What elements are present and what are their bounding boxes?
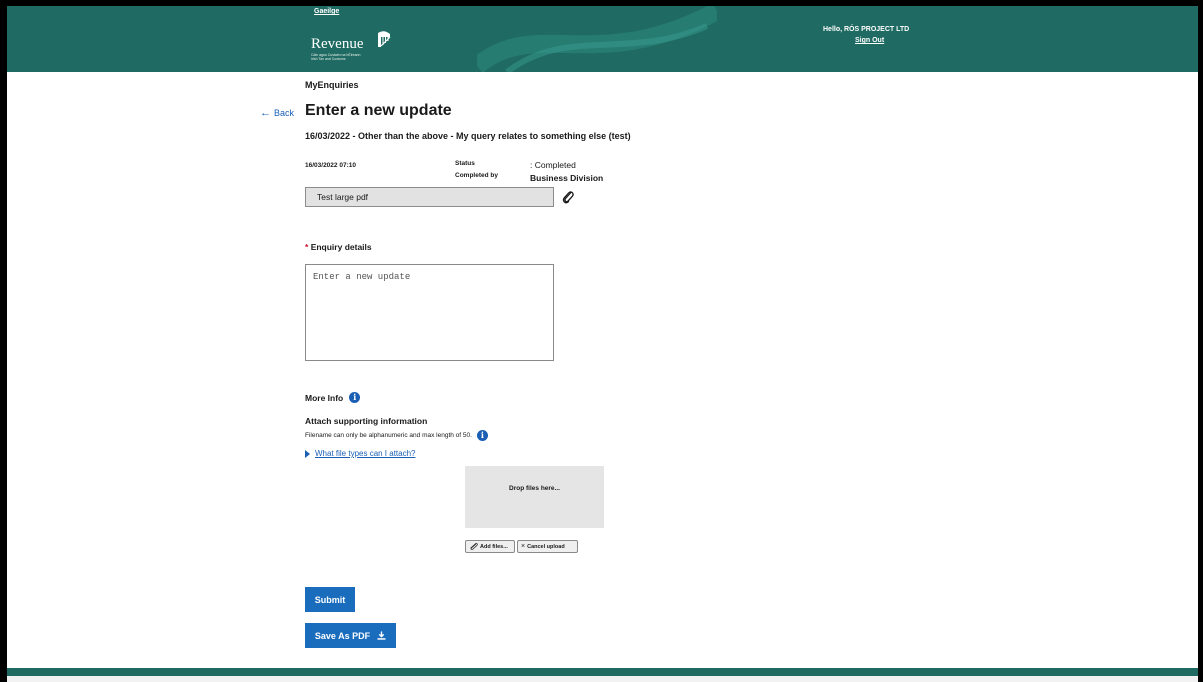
file-types-toggle[interactable]: What file types can I attach? bbox=[305, 449, 416, 458]
close-icon: × bbox=[521, 543, 526, 550]
status-value: : Completed bbox=[530, 160, 576, 170]
site-footer bbox=[7, 676, 1198, 682]
logo-tagline: Cáin agus Custaim na hÉireann Irish Tax … bbox=[311, 53, 381, 61]
more-info-label: More Info bbox=[305, 392, 344, 403]
more-info: More Info i bbox=[305, 392, 361, 403]
arrow-left-icon: ← bbox=[260, 107, 271, 119]
save-as-pdf-button[interactable]: Save As PDF bbox=[305, 623, 396, 648]
save-as-pdf-label: Save As PDF bbox=[314, 630, 371, 641]
site-header: Gaeilge Revenue Cáin agus Custaim na hÉi… bbox=[7, 6, 1198, 72]
attachment-row: Test large pdf bbox=[305, 187, 554, 207]
back-link[interactable]: ← Back bbox=[260, 107, 294, 119]
header-swoosh-decoration bbox=[477, 6, 717, 72]
page-title: Enter a new update bbox=[305, 102, 452, 119]
enquiry-details-text: Enquiry details bbox=[310, 242, 372, 252]
add-files-button[interactable]: Add files... bbox=[465, 540, 515, 553]
required-marker: * bbox=[305, 242, 309, 252]
user-greeting: Hello, RÓS PROJECT LTD bbox=[823, 26, 910, 33]
logo-tagline-english: Irish Tax and Customs bbox=[311, 57, 346, 61]
enquiry-subtitle: 16/03/2022 - Other than the above - My q… bbox=[305, 131, 631, 141]
enquiry-details-textarea[interactable] bbox=[305, 264, 554, 361]
completed-by-label: Completed by bbox=[455, 172, 498, 179]
window-frame-left bbox=[0, 0, 7, 682]
paperclip-icon bbox=[470, 543, 478, 550]
cancel-upload-label: Cancel upload bbox=[527, 543, 565, 550]
enquiry-details-label: * Enquiry details bbox=[305, 242, 372, 252]
file-types-link: What file types can I attach? bbox=[315, 449, 416, 458]
breadcrumb[interactable]: MyEnquiries bbox=[305, 80, 359, 90]
cancel-upload-button[interactable]: × Cancel upload bbox=[517, 540, 578, 553]
status-label: Status bbox=[455, 160, 475, 167]
filename-note-text: Filename can only be alphanumeric and ma… bbox=[305, 432, 472, 439]
harp-icon bbox=[378, 31, 391, 47]
info-icon[interactable]: i bbox=[476, 430, 488, 441]
submit-button[interactable]: Submit bbox=[305, 587, 355, 612]
language-link[interactable]: Gaeilge bbox=[314, 8, 339, 15]
back-label: Back bbox=[274, 108, 295, 118]
caret-right-icon bbox=[305, 449, 310, 458]
filename-note: Filename can only be alphanumeric and ma… bbox=[305, 430, 488, 441]
update-date: 16/03/2022 07:10 bbox=[305, 162, 356, 169]
paperclip-icon[interactable] bbox=[562, 190, 574, 204]
info-icon[interactable]: i bbox=[349, 392, 361, 403]
logo-wordmark: Revenue bbox=[311, 36, 364, 52]
add-files-label: Add files... bbox=[480, 543, 508, 550]
download-icon bbox=[377, 631, 386, 640]
completed-by-value: Business Division bbox=[530, 173, 604, 183]
sign-out-link[interactable]: Sign Out bbox=[855, 37, 884, 44]
site-footer-bar bbox=[7, 668, 1198, 676]
window-frame-right bbox=[1198, 0, 1203, 682]
file-drop-zone[interactable]: Drop files here... bbox=[465, 466, 604, 528]
attach-supporting-heading: Attach supporting information bbox=[305, 416, 428, 426]
